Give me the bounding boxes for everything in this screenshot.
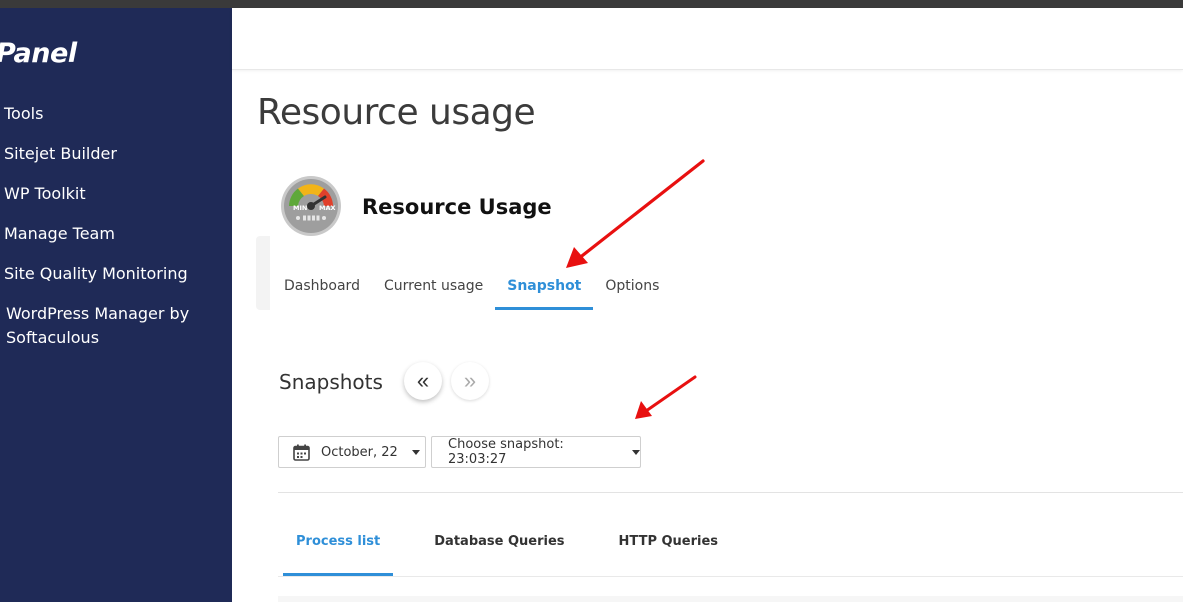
previous-snapshot-button[interactable]: « — [404, 362, 442, 400]
window-top-strip — [0, 0, 1183, 8]
header-bar — [232, 8, 1183, 70]
snapshots-heading: Snapshots — [279, 370, 383, 394]
gauge-min-label: MIN — [293, 204, 307, 212]
sidebar-item-sitejet-builder[interactable]: Sitejet Builder — [0, 142, 232, 166]
snapshot-subtabs: Process list Database Queries HTTP Queri… — [283, 526, 759, 576]
sidebar: Panel Tools Sitejet Builder WP Toolkit M… — [0, 8, 232, 602]
sidebar-nav: Tools Sitejet Builder WP Toolkit Manage … — [0, 102, 232, 366]
subtab-database-queries[interactable]: Database Queries — [421, 526, 577, 576]
date-picker[interactable]: October, 22 — [278, 436, 426, 468]
panel-edge — [256, 236, 270, 310]
annotation-arrow-choose-snapshot — [635, 375, 697, 419]
gauge-max-label: MAX — [319, 204, 336, 212]
date-value: October, 22 — [321, 444, 398, 460]
tab-snapshot[interactable]: Snapshot — [495, 274, 594, 310]
sidebar-item-tools[interactable]: Tools — [0, 102, 232, 126]
cpanel-logo[interactable]: Panel — [0, 38, 77, 69]
subtab-http-queries[interactable]: HTTP Queries — [606, 526, 732, 576]
app-title: Resource Usage — [362, 195, 552, 219]
subtab-process-list[interactable]: Process list — [283, 526, 394, 576]
caret-down-icon — [411, 449, 420, 455]
tab-dashboard[interactable]: Dashboard — [272, 274, 372, 310]
tab-current-usage[interactable]: Current usage — [372, 274, 495, 310]
gauge-icon: MIN MAX — [281, 176, 341, 236]
next-snapshot-button[interactable]: » — [451, 362, 489, 400]
calendar-icon — [293, 444, 310, 461]
sidebar-item-wordpress-manager[interactable]: WordPress Manager by Softaculous — [0, 302, 220, 350]
double-chevron-left-icon: « — [416, 368, 430, 393]
table-header-strip — [278, 596, 1183, 602]
tab-options[interactable]: Options — [593, 274, 671, 310]
annotation-arrow-snapshot-tab — [566, 159, 705, 268]
subtab-underline — [278, 576, 1183, 577]
resource-tabs: Dashboard Current usage Snapshot Options — [272, 274, 671, 310]
sidebar-item-manage-team[interactable]: Manage Team — [0, 222, 232, 246]
page-title: Resource usage — [257, 92, 536, 133]
section-divider — [278, 492, 1183, 493]
snapshot-select-value: Choose snapshot: 23:03:27 — [448, 437, 564, 467]
double-chevron-right-icon: » — [463, 368, 477, 393]
main-content: Resource usage MIN MAX Resource Usage Da… — [232, 8, 1183, 602]
sidebar-item-site-quality-monitoring[interactable]: Site Quality Monitoring — [0, 262, 232, 286]
caret-down-icon — [632, 449, 640, 455]
snapshot-select[interactable]: Choose snapshot: 23:03:27 — [431, 436, 641, 468]
sidebar-item-wp-toolkit[interactable]: WP Toolkit — [0, 182, 232, 206]
